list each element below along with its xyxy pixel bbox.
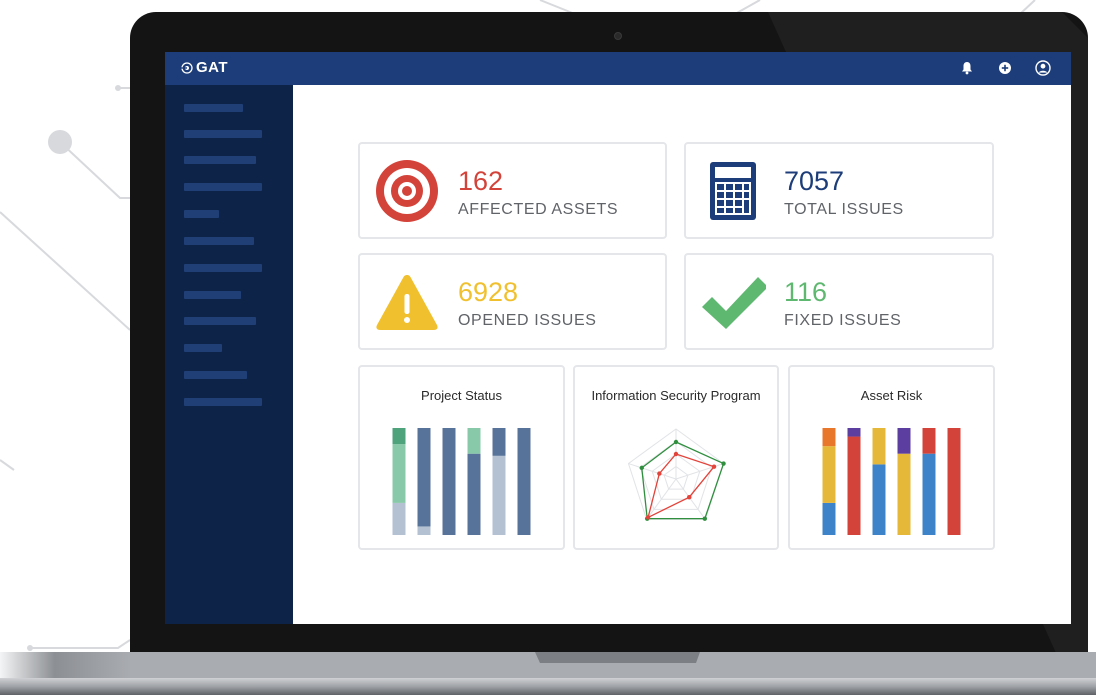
bar-segment [947, 428, 961, 535]
radar-point [721, 461, 726, 466]
bar-segment [417, 428, 431, 527]
sidebar-item[interactable] [184, 291, 241, 299]
chart-card-project-status[interactable]: Project Status [358, 365, 565, 550]
stat-card-fixed-issues[interactable]: 116 FIXED ISSUES [684, 253, 994, 350]
target-icon [376, 160, 438, 222]
app-screen: GAT 162 AFFECTED ASSETS 7057 TOTAL ISSUE… [165, 52, 1071, 624]
calculator-icon [710, 162, 756, 220]
asset-risk-chart [822, 428, 961, 535]
radar-point [645, 515, 651, 520]
bar-segment [492, 455, 506, 535]
chart-card-asset-risk[interactable]: Asset Risk [788, 365, 995, 550]
bar-segment [442, 428, 456, 535]
info-security-radar-chart [627, 428, 726, 521]
logo-text: GAT [196, 59, 229, 76]
bar-segment [872, 464, 886, 535]
affected-assets-label: AFFECTED ASSETS [458, 201, 619, 218]
bar-segment [822, 446, 836, 503]
bar-segment [467, 428, 481, 454]
sidebar-item[interactable] [184, 210, 219, 218]
bar-segment [847, 436, 861, 535]
bar-segment [872, 428, 886, 465]
warning-icon [376, 275, 438, 330]
bar-segment [897, 453, 911, 535]
webcam [614, 32, 622, 40]
bar-segment [897, 428, 911, 454]
radar-point [673, 451, 679, 457]
stat-card-opened-issues[interactable]: 6928 OPENED ISSUES [358, 253, 667, 350]
bar-segment [467, 453, 481, 535]
bar-segment [847, 428, 861, 437]
radar-point [711, 464, 717, 469]
sidebar-item[interactable] [184, 237, 254, 245]
sidebar-item[interactable] [184, 264, 262, 272]
radar-point [657, 471, 662, 476]
bar-segment [922, 428, 936, 454]
bar-segment [392, 502, 406, 535]
sidebar-item[interactable] [184, 156, 256, 164]
bar-segment [392, 428, 406, 445]
fixed-issues-label: FIXED ISSUES [784, 312, 902, 329]
stat-card-affected-assets[interactable]: 162 AFFECTED ASSETS [358, 142, 667, 239]
radar-series-line [641, 441, 725, 520]
project-status-chart [392, 428, 531, 535]
bar-segment [822, 502, 836, 535]
gat-logo-icon [181, 61, 193, 74]
radar-point [687, 495, 692, 500]
bar-segment [392, 444, 406, 503]
sidebar-item[interactable] [184, 104, 243, 112]
sidebar-item[interactable] [184, 398, 262, 406]
sidebar [165, 85, 293, 624]
bar-segment [417, 526, 431, 535]
laptop-base [0, 652, 1096, 695]
bar-segment [822, 428, 836, 447]
sidebar-item[interactable] [184, 344, 222, 352]
stat-card-total-issues[interactable]: 7057 TOTAL ISSUES [684, 142, 994, 239]
bell-icon[interactable] [959, 60, 975, 76]
radar-point [702, 516, 708, 521]
bar-segment [492, 428, 506, 456]
radar-point [639, 465, 644, 471]
opened-issues-label: OPENED ISSUES [458, 312, 597, 329]
fixed-issues-count: 116 [784, 277, 828, 307]
checkmark-icon [702, 277, 766, 329]
app-logo[interactable]: GAT [181, 59, 228, 76]
sidebar-item[interactable] [184, 183, 262, 191]
bar-segment [517, 428, 531, 535]
bar-segment [922, 453, 936, 535]
total-issues-label: TOTAL ISSUES [784, 201, 904, 218]
sidebar-item[interactable] [184, 371, 247, 379]
total-issues-count: 7057 [784, 166, 845, 196]
user-icon[interactable] [1035, 60, 1051, 76]
top-navbar: GAT [165, 52, 1071, 85]
chart-card-info-security[interactable]: Information Security Program [573, 365, 779, 550]
plus-circle-icon[interactable] [997, 60, 1013, 76]
sidebar-item[interactable] [184, 130, 262, 138]
affected-assets-count: 162 [458, 166, 504, 196]
opened-issues-count: 6928 [458, 277, 519, 307]
sidebar-item[interactable] [184, 317, 256, 325]
radar-point [673, 439, 679, 445]
